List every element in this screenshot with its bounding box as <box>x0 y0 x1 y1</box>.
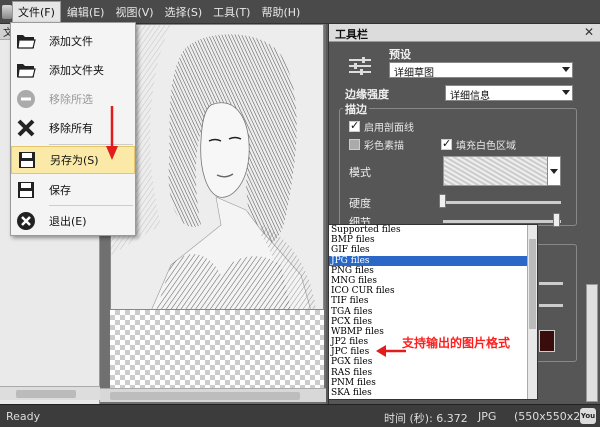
menu-tools[interactable]: 工具(T) <box>208 2 255 22</box>
menu-item-label: 退出(E) <box>49 215 87 228</box>
format-list-scrollbar[interactable] <box>527 225 537 399</box>
chevron-down-icon <box>562 90 570 95</box>
format-item[interactable]: BMP files <box>329 235 537 245</box>
menu-item-label: 保存 <box>49 184 71 197</box>
menu-edit[interactable]: 编辑(E) <box>62 2 110 22</box>
format-item[interactable]: MNG files <box>329 276 537 286</box>
edge-strength-value: 详细信息 <box>450 91 490 102</box>
format-item[interactable]: TIF files <box>329 296 537 306</box>
mode-dropdown[interactable] <box>547 156 561 186</box>
save-as-icon <box>16 149 38 171</box>
format-item[interactable]: RAS files <box>329 368 537 378</box>
format-item[interactable]: SKA files <box>329 388 537 398</box>
detail-slider-handle[interactable] <box>553 213 560 227</box>
time-readout: 时间 (秒): 6.372 <box>384 412 468 425</box>
edge-strength-label: 边缘强度 <box>345 88 389 101</box>
menu-help[interactable]: 帮助(H) <box>256 2 305 22</box>
slider-a[interactable] <box>539 282 563 285</box>
app-icon <box>2 4 12 19</box>
folder-icon <box>15 59 37 81</box>
fill-white-label: 填充白色区域 <box>456 141 516 152</box>
chevron-down-icon <box>562 67 570 72</box>
menu-bar: 文件(F) 编辑(E) 视图(V) 选择(S) 工具(T) 帮助(H) <box>0 0 600 24</box>
minus-circle-icon <box>15 88 37 110</box>
format-item[interactable]: ICO CUR files <box>329 286 537 296</box>
format-item-selected[interactable]: JPG files <box>329 255 537 266</box>
menu-file[interactable]: 文件(F) <box>12 0 61 23</box>
colored-pencil-label: 彩色素描 <box>364 141 404 152</box>
mode-label: 模式 <box>349 166 371 179</box>
menu-item-add-folder[interactable]: 添加文件夹 <box>11 56 135 84</box>
dims-readout: (550x550x24 <box>514 410 588 423</box>
stroke-group-label: 描边 <box>343 101 369 117</box>
fill-white-checkbox[interactable]: 填充白色区域 <box>441 137 516 152</box>
menu-select[interactable]: 选择(S) <box>160 2 208 22</box>
canvas-scrollbar[interactable] <box>100 388 326 402</box>
file-list-scrollbar[interactable] <box>0 386 100 400</box>
tool-panel-scrollbar[interactable] <box>586 284 598 402</box>
format-item[interactable]: PGX files <box>329 357 537 367</box>
save-icon <box>15 179 37 201</box>
format-annotation: 支持输出的图片格式 <box>402 336 511 350</box>
preset-value: 详细草图 <box>394 68 434 79</box>
edge-strength-select[interactable]: 详细信息 <box>445 85 573 102</box>
menu-item-label: 移除所选 <box>49 93 93 106</box>
detail-slider[interactable] <box>443 220 561 223</box>
down-arrow-annotation-icon <box>106 106 118 160</box>
menu-item-exit[interactable]: 退出(E) <box>11 207 135 235</box>
preset-select[interactable]: 详细草图 <box>389 62 573 79</box>
menu-item-save[interactable]: 保存 <box>11 176 135 204</box>
format-item[interactable]: PNG files <box>329 266 537 276</box>
colored-pencil-checkbox[interactable]: 彩色素描 <box>349 137 404 152</box>
close-icon[interactable]: ✕ <box>584 25 594 39</box>
status-bar: Ready 时间 (秒): 6.372 JPG (550x550x24 You <box>0 404 600 427</box>
hardness-slider-handle[interactable] <box>439 194 446 208</box>
format-item[interactable]: PCX files <box>329 317 537 327</box>
menu-item-label: 添加文件夹 <box>49 64 104 77</box>
color-swatch[interactable] <box>539 330 555 352</box>
format-list[interactable]: Supported files BMP files GIF files JPG … <box>328 224 538 400</box>
menu-item-label: 添加文件 <box>49 35 93 48</box>
format-readout: JPG <box>478 410 497 423</box>
slider-b[interactable] <box>539 304 563 307</box>
format-item[interactable]: PNM files <box>329 378 537 388</box>
folder-open-icon <box>15 30 37 52</box>
use-hatching-checkbox[interactable]: 启用剖面线 <box>349 119 414 134</box>
use-hatching-label: 启用剖面线 <box>364 123 414 134</box>
menu-view[interactable]: 视图(V) <box>110 2 158 22</box>
tool-panel-title: 工具栏 <box>329 24 600 42</box>
chevron-down-icon <box>550 169 558 174</box>
hardness-slider[interactable] <box>443 201 561 204</box>
status-text: Ready <box>6 410 41 423</box>
menu-item-add-file[interactable]: 添加文件 <box>11 27 135 55</box>
texture-swatch[interactable] <box>443 156 557 186</box>
format-item[interactable]: Supported files <box>329 225 537 235</box>
format-item[interactable]: TGA files <box>329 307 537 317</box>
youtube-icon[interactable]: You <box>580 408 596 424</box>
format-item[interactable]: GIF files <box>329 245 537 255</box>
menu-item-label: 另存为(S) <box>50 154 99 167</box>
exit-icon <box>15 210 37 232</box>
sliders-icon <box>349 57 371 75</box>
hardness-label: 硬度 <box>349 197 371 210</box>
preset-label: 预设 <box>389 48 411 61</box>
x-icon <box>15 117 37 139</box>
menu-item-label: 移除所有 <box>49 122 93 135</box>
sketch-image <box>110 24 324 310</box>
